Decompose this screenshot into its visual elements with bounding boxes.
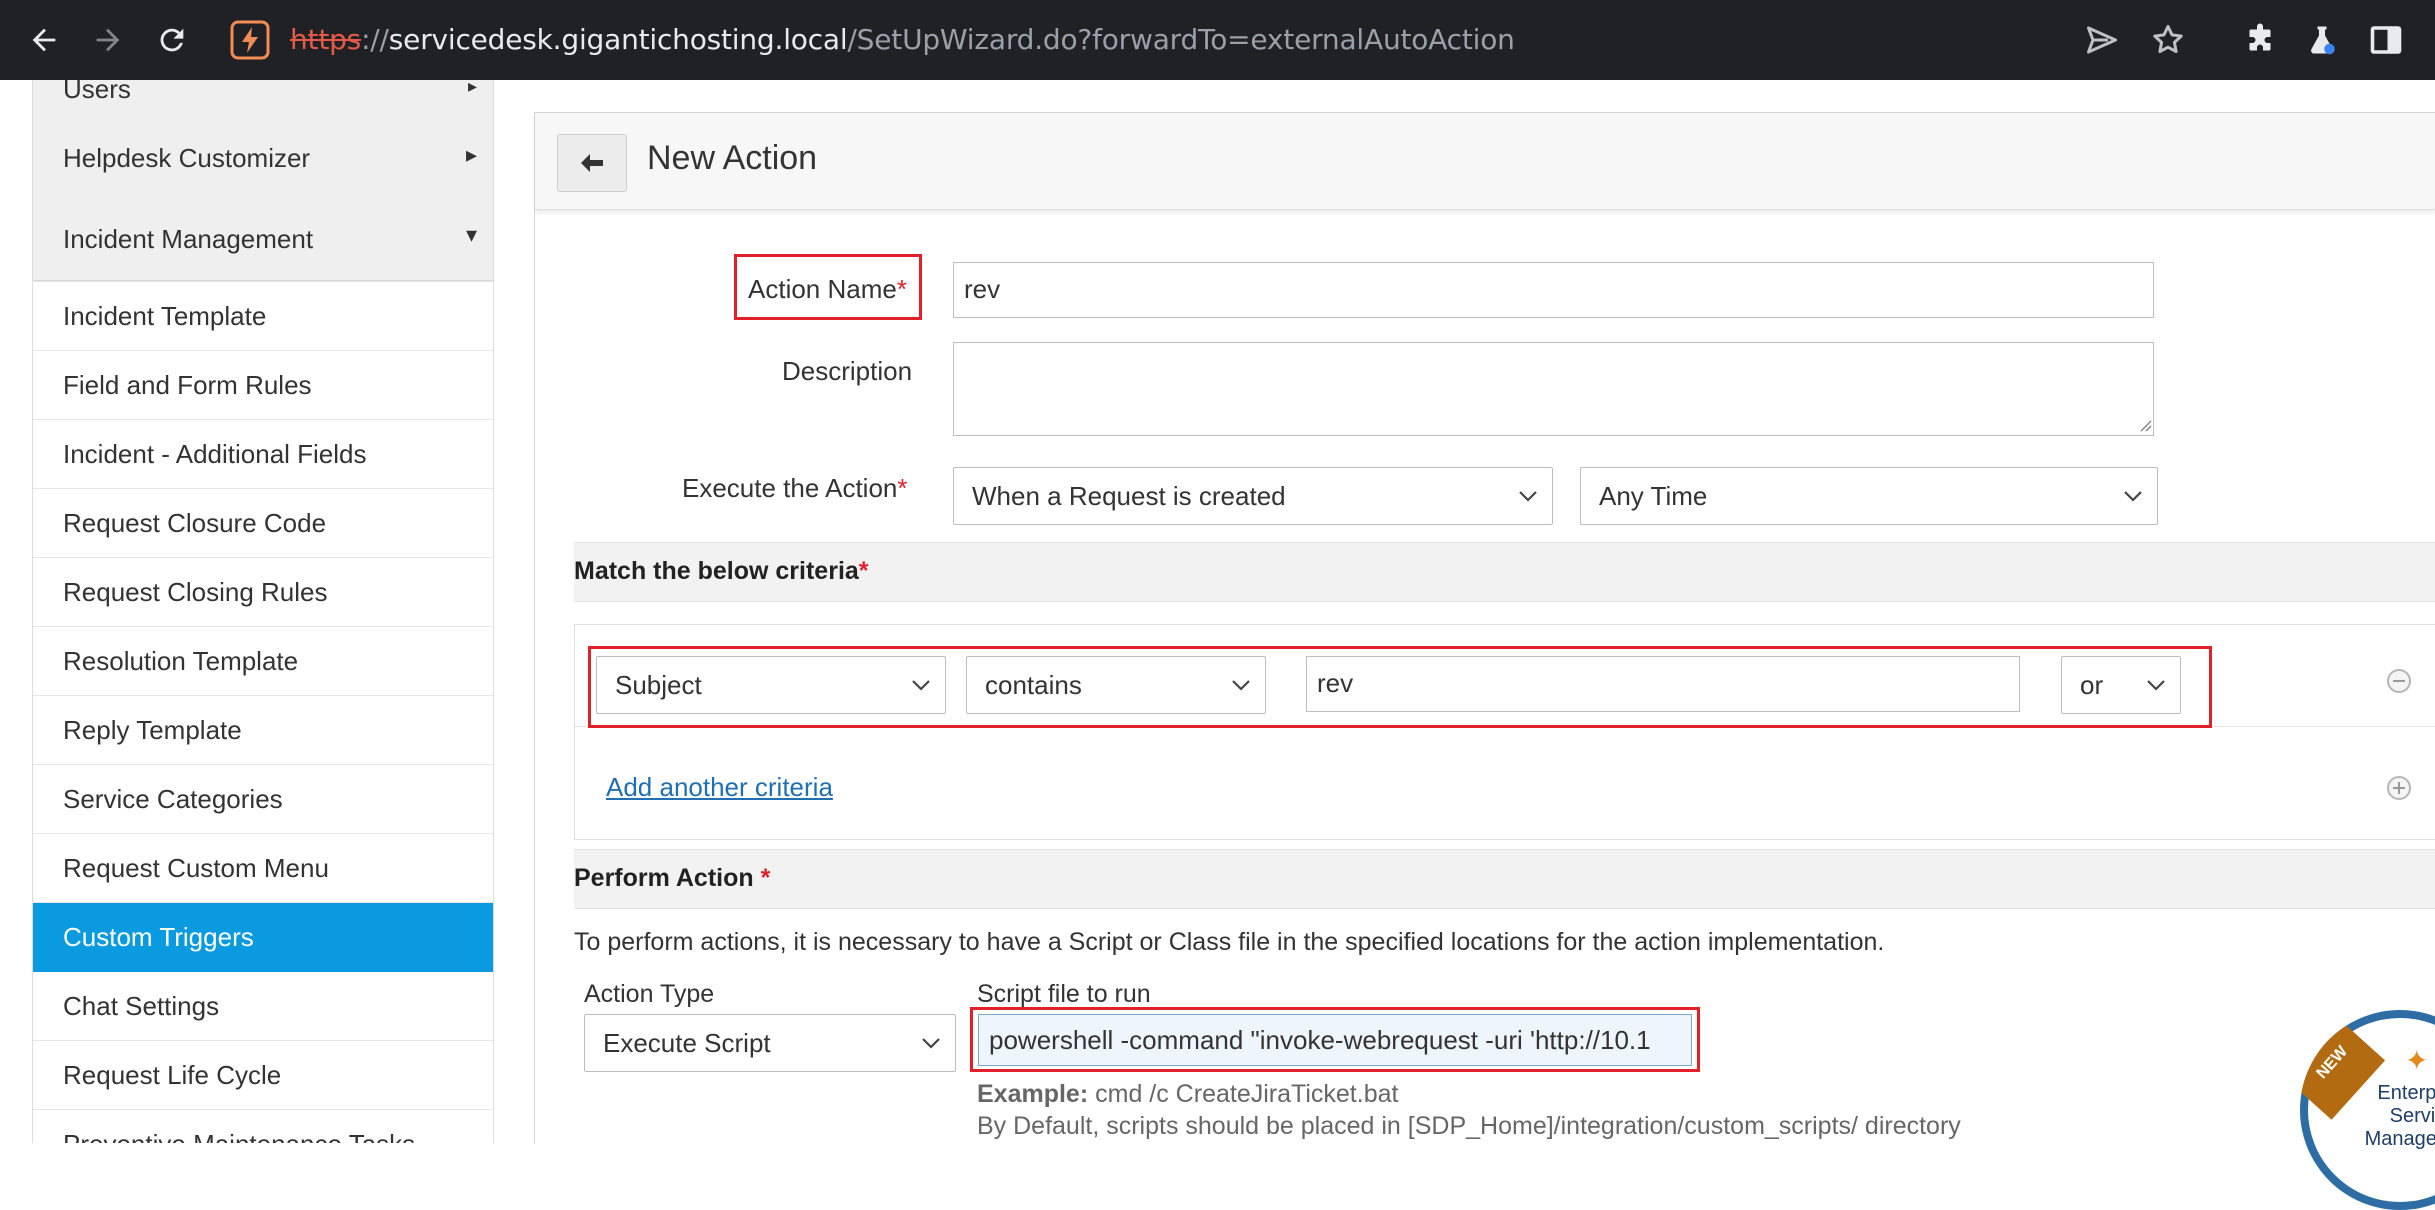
script-file-input[interactable]: powershell -command "invoke-webrequest -…: [978, 1014, 1692, 1066]
chevron-down-icon: [2147, 680, 2165, 691]
extensions-puzzle-icon[interactable]: [2234, 14, 2286, 66]
add-criteria-icon[interactable]: [2387, 776, 2411, 800]
criteria-conjunction-value: or: [2080, 669, 2104, 700]
chevron-down-icon: [1232, 680, 1250, 691]
criteria-operator-select[interactable]: contains: [966, 656, 1266, 714]
perform-section-header: Perform Action *: [574, 849, 2435, 909]
required-mark: *: [897, 473, 908, 503]
required-mark: *: [896, 274, 907, 304]
chevron-down-icon: [912, 680, 930, 691]
example-label: Example:: [977, 1080, 1089, 1108]
chevron-down-icon: [1519, 491, 1537, 502]
sidebar-item-custom-triggers[interactable]: Custom Triggers: [33, 903, 493, 972]
sidebar-item-additional-fields[interactable]: Incident - Additional Fields: [33, 420, 493, 489]
caret-right-icon: ▸: [465, 142, 477, 167]
url-path: /SetUpWizard.do?forwardTo=externalAutoAc…: [847, 23, 1515, 56]
resize-handle-icon[interactable]: [2138, 418, 2152, 432]
back-arrow-icon[interactable]: [20, 16, 68, 64]
perform-note: To perform actions, it is necessary to h…: [574, 928, 1885, 956]
sidebar-item-closing-rules[interactable]: Request Closing Rules: [33, 558, 493, 627]
send-icon[interactable]: [2076, 14, 2128, 66]
sidebar-item-life-cycle[interactable]: Request Life Cycle: [33, 1041, 493, 1110]
script-file-label: Script file to run: [977, 980, 1151, 1008]
admin-sidebar: Users ▸ Helpdesk Customizer ▸ Incident M…: [32, 80, 494, 1143]
criteria-section-title: Match the below criteria*: [574, 557, 869, 586]
example-hint: Example: cmd /c CreateJiraTicket.bat: [977, 1080, 1398, 1109]
url-host: servicedesk.gigantichosting.local: [388, 23, 848, 56]
criteria-field-value: Subject: [615, 669, 702, 700]
sidebar-group-helpdesk[interactable]: Helpdesk Customizer ▸: [33, 118, 493, 199]
caret-down-icon: ▾: [465, 222, 477, 247]
not-secure-site-icon[interactable]: [228, 18, 272, 62]
arrow-left-icon: [581, 154, 603, 172]
execute-time-value: Any Time: [1599, 480, 1708, 511]
sidebar-item-chat-settings[interactable]: Chat Settings: [33, 972, 493, 1041]
back-button[interactable]: [557, 134, 627, 192]
sparkle-icon: ✦: [2405, 1045, 2429, 1076]
address-bar[interactable]: https://servicedesk.gigantichosting.loca…: [290, 16, 1515, 64]
url-scheme: https: [290, 23, 362, 56]
sidebar-item-custom-menu[interactable]: Request Custom Menu: [33, 834, 493, 903]
criteria-conjunction-select[interactable]: or: [2061, 656, 2181, 714]
caret-right-icon: ▸: [467, 80, 477, 96]
chevron-down-icon: [2124, 491, 2142, 502]
sidebar-item-service-categories[interactable]: Service Categories: [33, 765, 493, 834]
sidebar-group-users[interactable]: Users ▸: [33, 80, 493, 119]
badge-text: Enterprise Service Management: [2348, 1082, 2435, 1151]
criteria-value-input[interactable]: rev: [1306, 656, 2020, 712]
sidebar-item-closure-code[interactable]: Request Closure Code: [33, 489, 493, 558]
required-mark: *: [760, 864, 771, 892]
reload-icon[interactable]: [148, 16, 196, 64]
execute-action-label: Execute the Action*: [682, 473, 908, 504]
badge-line-1: Enterprise: [2377, 1082, 2435, 1104]
sidebar-item-incident-template[interactable]: Incident Template: [33, 282, 493, 351]
page-title: New Action: [647, 139, 818, 177]
criteria-operator-value: contains: [985, 669, 1082, 700]
sidebar-group-label: Helpdesk Customizer: [63, 143, 311, 173]
criteria-title-text: Match the below criteria: [574, 557, 859, 585]
action-name-label-text: Action Name: [748, 274, 897, 304]
default-script-note: By Default, scripts should be placed in …: [977, 1112, 1961, 1140]
example-value: cmd /c CreateJiraTicket.bat: [1088, 1080, 1399, 1108]
side-panel-icon[interactable]: [2360, 14, 2412, 66]
sidebar-group-label: Users: [63, 80, 131, 104]
forward-arrow-icon[interactable]: [84, 16, 132, 64]
perform-section-title: Perform Action *: [574, 864, 770, 893]
description-label: Description: [782, 356, 913, 386]
description-textarea[interactable]: [953, 342, 2154, 436]
url-separator: ://: [361, 23, 389, 56]
perform-title-text: Perform Action: [574, 864, 754, 892]
execute-when-select[interactable]: When a Request is created: [953, 467, 1553, 525]
panel-header: New Action: [535, 113, 2435, 210]
sidebar-item-resolution-template[interactable]: Resolution Template: [33, 627, 493, 696]
action-name-input[interactable]: rev: [953, 262, 2154, 318]
sidebar-item-reply-template[interactable]: Reply Template: [33, 696, 493, 765]
execute-action-label-text: Execute the Action: [682, 473, 898, 503]
bookmark-star-icon[interactable]: [2142, 14, 2194, 66]
badge-line-2: Service: [2389, 1105, 2435, 1127]
execute-when-value: When a Request is created: [972, 480, 1286, 511]
action-type-label: Action Type: [584, 980, 715, 1008]
chevron-down-icon: [922, 1038, 940, 1049]
browser-toolbar: https://servicedesk.gigantichosting.loca…: [0, 0, 2435, 80]
action-name-label: Action Name*: [748, 274, 907, 305]
execute-time-select[interactable]: Any Time: [1580, 467, 2158, 525]
remove-criteria-icon[interactable]: [2387, 669, 2411, 693]
sidebar-group-incident[interactable]: Incident Management ▾: [33, 198, 493, 281]
sidebar-item-field-form-rules[interactable]: Field and Form Rules: [33, 351, 493, 420]
badge-line-3: Management: [2364, 1128, 2435, 1150]
action-type-value: Execute Script: [603, 1027, 771, 1058]
criteria-section-header: Match the below criteria*: [574, 542, 2435, 602]
sidebar-group-label: Incident Management: [63, 224, 314, 254]
add-criteria-link[interactable]: Add another criteria: [606, 772, 833, 803]
criteria-field-select[interactable]: Subject: [596, 656, 946, 714]
action-type-select[interactable]: Execute Script: [584, 1014, 956, 1072]
labs-flask-icon[interactable]: [2296, 14, 2348, 66]
required-mark: *: [858, 557, 869, 585]
sidebar-item-preventive-maintenance[interactable]: Preventive Maintenance Tasks: [33, 1110, 493, 1143]
